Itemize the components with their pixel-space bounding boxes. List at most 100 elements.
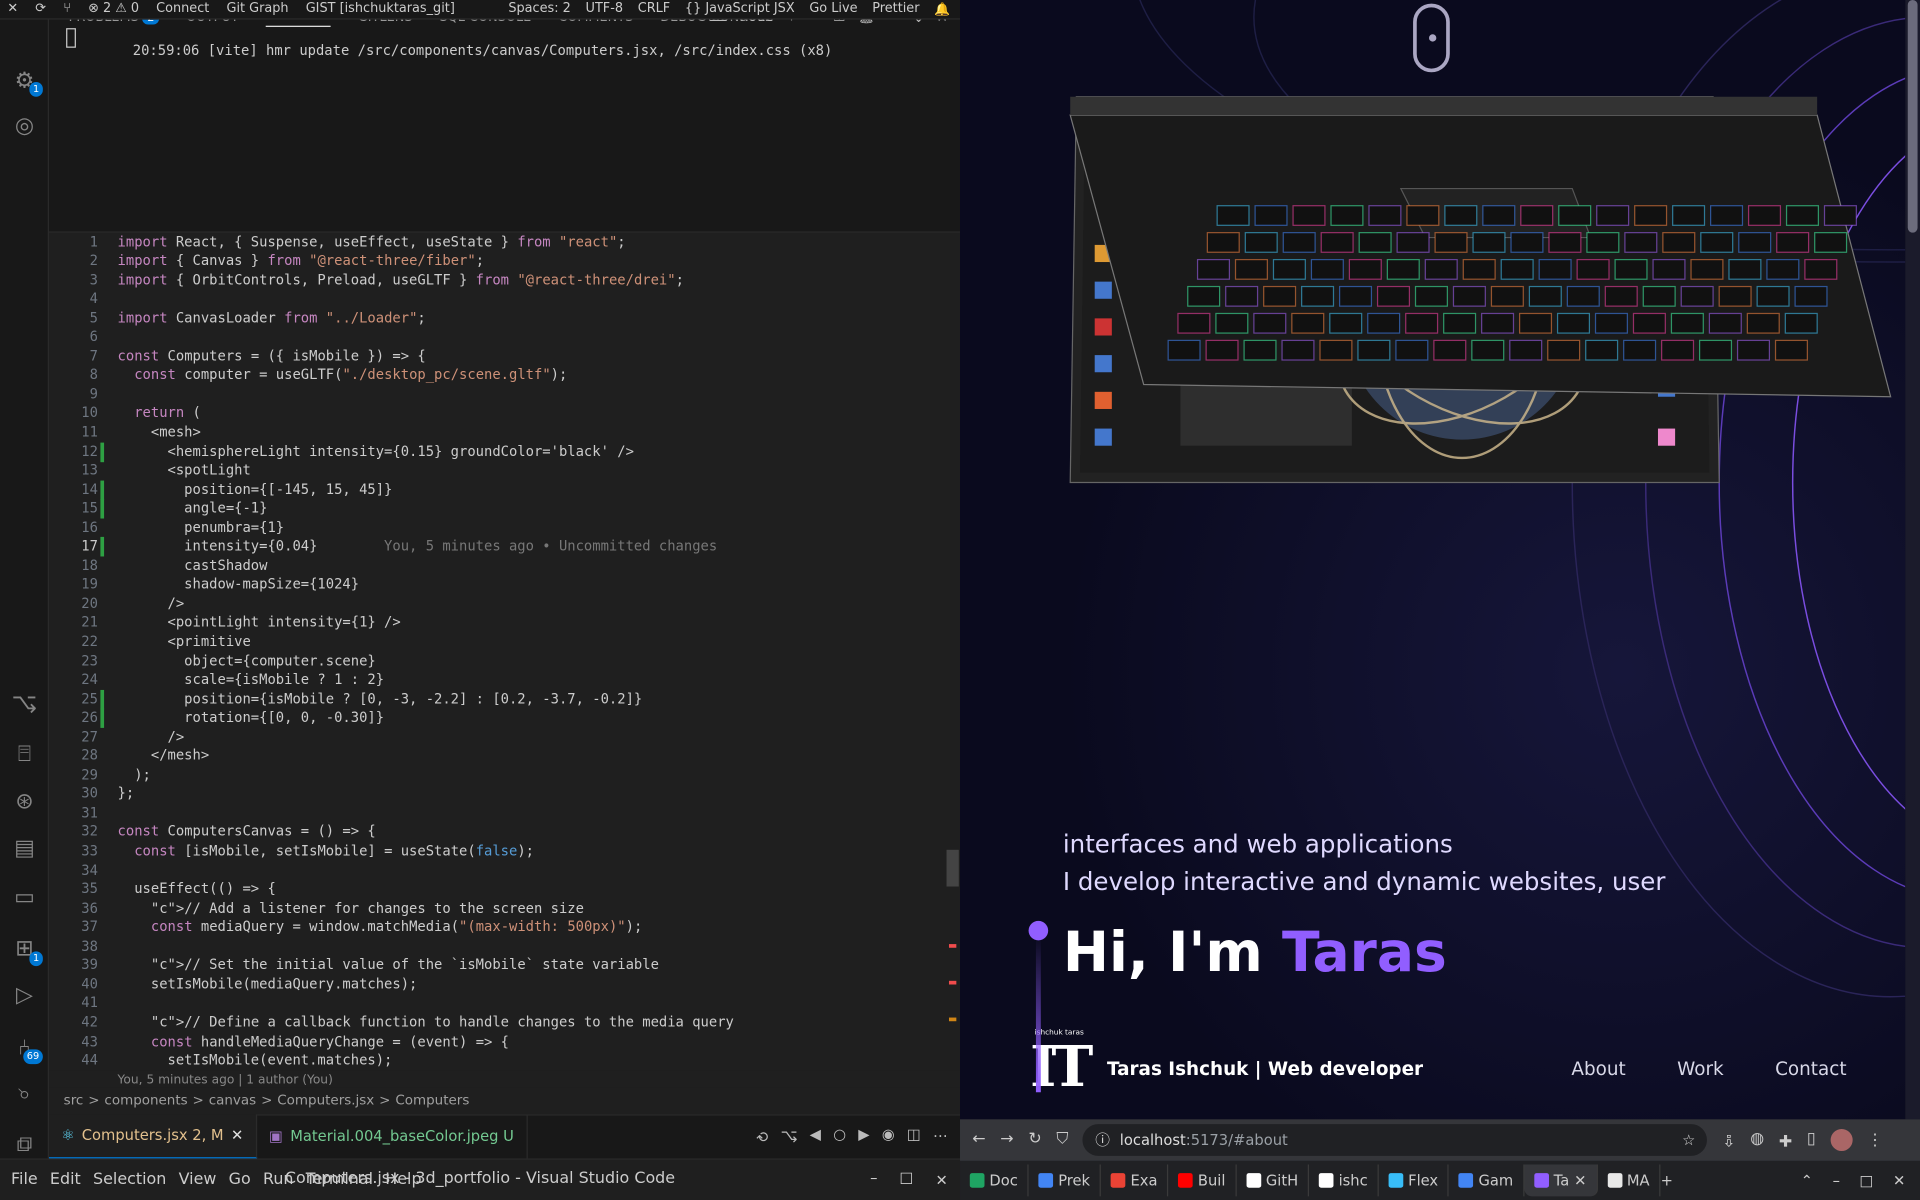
back-icon[interactable]: ◀ [810,1128,821,1145]
back-icon[interactable]: ← [972,1131,985,1149]
minimize-icon[interactable]: – [870,1171,877,1188]
git-icon[interactable]: ⎇ [780,1128,797,1145]
code-line: 36 "c">// Add a listener for changes to … [49,899,960,918]
tab-close-icon[interactable]: ✕ [1574,1172,1586,1189]
avatar[interactable] [1830,1128,1853,1152]
maximize-icon[interactable]: □ [900,1171,914,1188]
status-item[interactable]: Prettier [872,1,919,17]
menu-item-selection[interactable]: Selection [87,1171,173,1189]
compare-icon[interactable]: ⟲ [756,1128,768,1145]
forward-icon[interactable]: → [1000,1131,1013,1149]
menu-item-file[interactable]: File [5,1171,44,1189]
accounts-icon[interactable]: ◎ [10,113,39,142]
shield-icon[interactable]: ⛉ [1056,1131,1068,1149]
browser-toolbar: ← → ↻ ⛉ ⓘ localhost:5173/#about ☆ ⇪ ◍ ✚ … [960,1119,1920,1161]
browser-tab[interactable]: Gam [1449,1164,1525,1197]
status-item[interactable]: ⊗ 2 ⚠ 0 [88,2,139,17]
browser-tab[interactable]: GitH [1236,1164,1310,1197]
breadcrumb-item[interactable]: Computers [395,1093,469,1109]
new-tab-icon[interactable]: + [1661,1172,1673,1189]
source-control-icon[interactable]: ⑂ 69 [10,1031,43,1065]
browser-tab[interactable]: Buil [1168,1164,1237,1197]
circle-icon[interactable]: ○ [833,1128,846,1145]
close-icon[interactable]: ✕ [1893,1172,1905,1189]
status-item[interactable]: Spaces: 2 [508,1,570,17]
star-icon[interactable]: ☆ [1682,1131,1707,1148]
terminal-output[interactable]: 20:59:06 [vite] hmr update /src/componen… [66,27,833,75]
minimize-icon[interactable]: – [1833,1172,1840,1189]
reload-icon[interactable]: ↻ [1028,1131,1041,1149]
share-icon[interactable]: ⇪ [1722,1131,1735,1149]
breadcrumb-item[interactable]: components [104,1093,187,1109]
address-bar[interactable]: ⓘ localhost:5173/#about ☆ [1083,1124,1708,1156]
database-icon[interactable]: ⌸ [10,737,39,766]
browser-tab[interactable]: MA [1597,1164,1661,1197]
browser-tab[interactable]: Flex [1378,1164,1450,1197]
explorer-icon[interactable]: ⧉ [10,1129,39,1158]
menu-item-go[interactable]: Go [223,1171,257,1189]
tab-close-icon[interactable]: ✕ [231,1127,243,1144]
browser-tab[interactable]: Exa [1101,1164,1169,1197]
code-editor[interactable]: 1 import React, { Suspense, useEffect, us… [48,232,961,1071]
maximize-icon[interactable]: □ [1860,1172,1874,1189]
git-graph-icon[interactable]: ⎇ [10,688,39,717]
forward-icon[interactable]: ▶ [858,1128,869,1145]
search-icon[interactable]: ⌕ [10,1080,39,1109]
browser-tab[interactable]: Doc [960,1164,1029,1197]
more-icon[interactable]: ⋯ [933,1128,948,1145]
tab-material-jpeg[interactable]: ▣ Material.004_baseColor.jpeg U [256,1114,528,1159]
docker-icon[interactable]: ▤ [10,835,39,864]
nav-link-work[interactable]: Work [1677,1058,1724,1080]
status-item[interactable]: {} JavaScript JSX [685,1,795,17]
breadcrumb-item[interactable]: canvas [209,1093,256,1109]
extension-icon[interactable]: ◍ [1750,1131,1764,1149]
live-icon[interactable]: ◉ [882,1128,895,1145]
nav-link-contact[interactable]: Contact [1775,1058,1846,1080]
browser-tab[interactable]: Ta ✕ [1524,1164,1598,1197]
menu-item-edit[interactable]: Edit [44,1171,87,1189]
page-scrollbar[interactable] [1905,0,1920,1120]
menu-item-help[interactable]: Help [379,1171,428,1189]
menu-icon[interactable]: ⋮ [1867,1131,1883,1149]
run-debug-icon[interactable]: ▷ [10,982,39,1011]
brand-name[interactable]: Taras Ishchuk | Web developer [1107,1058,1423,1080]
codelens-blame[interactable]: You, 5 minutes ago | 1 author (You) [48,1070,961,1088]
menu-item-run[interactable]: Run [257,1171,300,1189]
sidebar-icon[interactable]: ▯ [1807,1131,1816,1149]
line-number: 22 [81,633,98,650]
keyboard-key [1291,312,1325,334]
status-item[interactable]: UTF-8 [586,1,623,17]
status-branch-icon[interactable]: ⑂ [63,2,71,17]
status-item[interactable]: GIST [ishchuktaras_git] [306,2,455,17]
keyboard-key [1728,258,1762,280]
gitlens-icon[interactable]: ⊛ [10,786,39,815]
tab-search-icon[interactable]: ⌃ [1801,1172,1813,1189]
remote-icon[interactable]: ✕ [7,2,18,17]
puzzle-icon[interactable]: ✚ [1779,1131,1792,1149]
editor-scrollbar[interactable] [946,233,959,1071]
status-item[interactable]: CRLF [638,1,670,17]
close-icon[interactable]: ✕ [935,1171,947,1188]
status-item[interactable]: Git Graph [226,2,288,17]
bell-icon[interactable]: 🔔 [934,1,950,17]
keyboard-key [1623,339,1657,361]
keyboard-key [1225,285,1259,307]
menu-item-view[interactable]: View [173,1171,223,1189]
breadcrumb-item[interactable]: src [64,1093,84,1109]
tab-computers-jsx[interactable]: ⚛ Computers.jsx 2, M ✕ [48,1114,257,1159]
info-icon[interactable]: ⓘ [1095,1130,1110,1151]
breadcrumb-item[interactable]: Computers.jsx [277,1093,374,1109]
status-item[interactable]: Connect [156,2,209,17]
scroll-indicator[interactable] [1413,3,1450,73]
split-editor-icon[interactable]: ◫ [907,1128,921,1145]
browser-tab[interactable]: Prek [1028,1164,1102,1197]
extensions-icon[interactable]: ⊞ 1 [10,933,43,967]
sync-icon[interactable]: ⟳ [35,2,46,17]
remote-explorer-icon[interactable]: ▭ [10,884,39,913]
manage-gear-icon[interactable]: ⚙ 1 [10,64,43,97]
status-item[interactable]: Go Live [809,1,857,17]
nav-link-about[interactable]: About [1571,1058,1625,1080]
keyboard-key [1594,312,1628,334]
menu-item-terminal[interactable]: Terminal [300,1171,380,1189]
browser-tab[interactable]: ishc [1309,1164,1379,1197]
